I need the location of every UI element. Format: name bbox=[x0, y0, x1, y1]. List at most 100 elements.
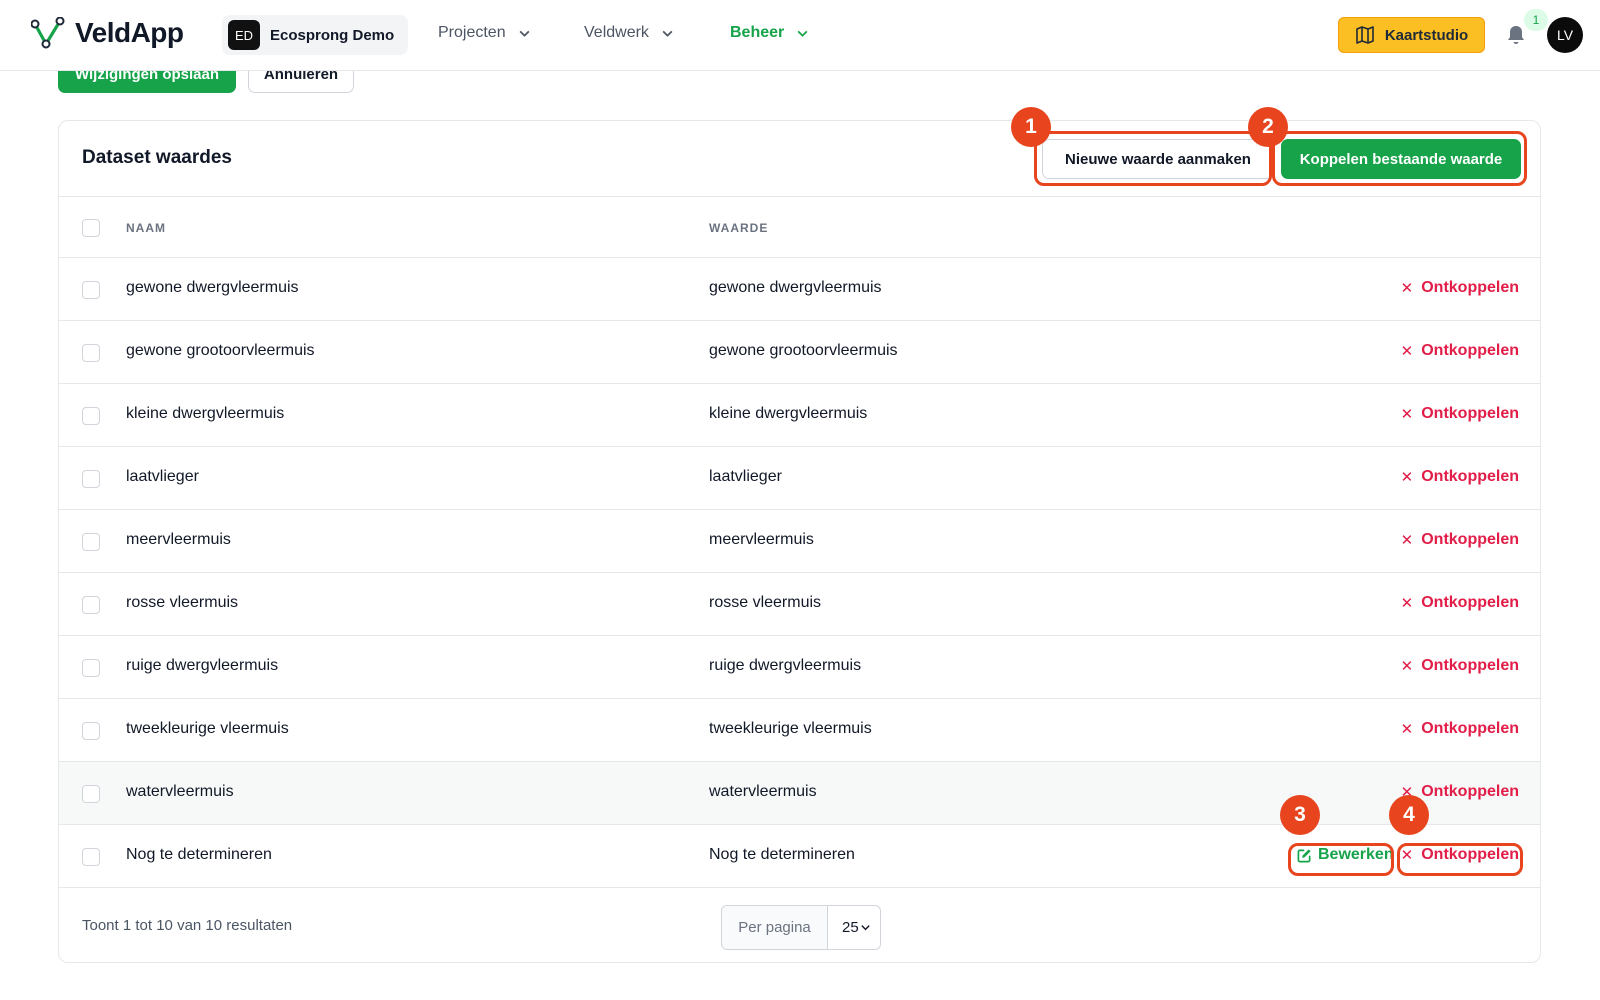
cell-value: ruige dwergvleermuis bbox=[709, 657, 862, 674]
table-footer: Toont 1 tot 10 van 10 resultaten Per pag… bbox=[59, 890, 1540, 962]
user-avatar[interactable]: LV bbox=[1547, 17, 1583, 53]
card-title: Dataset waardes bbox=[82, 147, 232, 168]
app-logo[interactable]: VeldApp bbox=[31, 17, 184, 49]
organization-switcher[interactable]: ED Ecosprong Demo bbox=[222, 15, 408, 55]
row-checkbox[interactable] bbox=[82, 533, 100, 551]
annotation-marker-3: 3 bbox=[1280, 795, 1320, 835]
unlink-label: Ontkoppelen bbox=[1421, 279, 1519, 296]
nav-fieldwork-label: Veldwerk bbox=[584, 24, 649, 41]
unlink-label: Ontkoppelen bbox=[1421, 657, 1519, 674]
map-studio-label: Kaartstudio bbox=[1384, 26, 1469, 44]
link-existing-value-button[interactable]: Koppelen bestaande waarde bbox=[1281, 139, 1521, 179]
dataset-values-card: Dataset waardes Nieuwe waarde aanmaken K… bbox=[58, 120, 1541, 963]
column-header-name: NAAM bbox=[126, 221, 166, 235]
chevron-down-icon bbox=[797, 30, 808, 37]
select-all-checkbox[interactable] bbox=[82, 219, 100, 237]
close-icon: ✕ bbox=[1400, 280, 1414, 297]
table-row: laatvlieger laatvlieger ✕ Ontkoppelen bbox=[59, 447, 1540, 510]
row-checkbox[interactable] bbox=[82, 281, 100, 299]
row-checkbox[interactable] bbox=[82, 659, 100, 677]
row-checkbox[interactable] bbox=[82, 344, 100, 362]
chevron-down-icon bbox=[861, 925, 870, 931]
row-checkbox[interactable] bbox=[82, 722, 100, 740]
map-icon bbox=[1356, 26, 1374, 44]
table-row: rosse vleermuis rosse vleermuis ✕ Ontkopp… bbox=[59, 573, 1540, 636]
cell-name: watervleermuis bbox=[126, 783, 234, 800]
cell-value: kleine dwergvleermuis bbox=[709, 405, 868, 422]
create-new-value-button[interactable]: Nieuwe waarde aanmaken bbox=[1042, 139, 1274, 179]
nav-admin[interactable]: Beheer bbox=[730, 24, 809, 42]
unlink-button[interactable]: ✕ Ontkoppelen bbox=[1401, 720, 1519, 738]
close-icon: ✕ bbox=[1400, 847, 1414, 864]
cell-name: meervleermuis bbox=[126, 531, 231, 548]
unlink-label: Ontkoppelen bbox=[1421, 342, 1519, 359]
cell-value: gewone dwergvleermuis bbox=[709, 279, 882, 296]
cell-name: gewone grootoorvleermuis bbox=[126, 342, 315, 359]
map-studio-button[interactable]: Kaartstudio bbox=[1338, 17, 1485, 53]
close-icon: ✕ bbox=[1400, 343, 1414, 360]
organization-name: Ecosprong Demo bbox=[270, 26, 395, 44]
per-page-selector[interactable]: Per pagina 25 bbox=[721, 905, 881, 950]
nav-projects-label: Projecten bbox=[438, 24, 506, 41]
row-checkbox[interactable] bbox=[82, 785, 100, 803]
nav-fieldwork[interactable]: Veldwerk bbox=[584, 24, 674, 42]
cell-name: laatvlieger bbox=[126, 468, 199, 485]
cell-name: Nog te determineren bbox=[126, 846, 272, 863]
nav-projects[interactable]: Projecten bbox=[438, 24, 531, 42]
cell-value: meervleermuis bbox=[709, 531, 814, 548]
close-icon: ✕ bbox=[1400, 595, 1414, 612]
close-icon: ✕ bbox=[1400, 721, 1414, 738]
unlink-label: Ontkoppelen bbox=[1421, 720, 1519, 737]
unlink-button[interactable]: ✕ Ontkoppelen bbox=[1401, 594, 1519, 612]
unlink-button[interactable]: ✕ Ontkoppelen bbox=[1401, 405, 1519, 423]
cell-value: watervleermuis bbox=[709, 783, 817, 800]
unlink-button[interactable]: ✕ Ontkoppelen bbox=[1401, 468, 1519, 486]
edit-label: Bewerken bbox=[1318, 846, 1394, 863]
unlink-label: Ontkoppelen bbox=[1421, 405, 1519, 422]
table-header: NAAM WAARDE bbox=[59, 197, 1540, 258]
nav-admin-label: Beheer bbox=[730, 24, 785, 41]
unlink-button[interactable]: ✕ Ontkoppelen bbox=[1401, 657, 1519, 675]
card-header: Dataset waardes Nieuwe waarde aanmaken K… bbox=[59, 121, 1540, 197]
cell-value: tweekleurige vleermuis bbox=[709, 720, 872, 737]
close-icon: ✕ bbox=[1400, 469, 1414, 486]
row-checkbox[interactable] bbox=[82, 470, 100, 488]
per-page-label: Per pagina bbox=[722, 906, 828, 949]
unlink-button[interactable]: ✕ Ontkoppelen bbox=[1401, 342, 1519, 360]
unlink-button[interactable]: ✕ Ontkoppelen bbox=[1401, 531, 1519, 549]
notification-count-badge: 1 bbox=[1524, 9, 1548, 31]
bell-icon[interactable] bbox=[1504, 23, 1528, 47]
top-navigation: VeldApp ED Ecosprong Demo Projecten Veld… bbox=[0, 0, 1600, 71]
unlink-label: Ontkoppelen bbox=[1421, 783, 1519, 800]
table-row: Nog te determineren Nog te determineren … bbox=[59, 825, 1540, 888]
cell-name: rosse vleermuis bbox=[126, 594, 239, 611]
close-icon: ✕ bbox=[1400, 658, 1414, 675]
cell-value: gewone grootoorvleermuis bbox=[709, 342, 898, 359]
edit-icon bbox=[1297, 848, 1311, 862]
unlink-label: Ontkoppelen bbox=[1421, 468, 1519, 485]
row-checkbox[interactable] bbox=[82, 848, 100, 866]
cell-name: tweekleurige vleermuis bbox=[126, 720, 289, 737]
table-row: ruige dwergvleermuis ruige dwergvleermui… bbox=[59, 636, 1540, 699]
annotation-marker-2: 2 bbox=[1248, 107, 1288, 147]
row-checkbox[interactable] bbox=[82, 596, 100, 614]
edit-button[interactable]: Bewerken bbox=[1297, 846, 1394, 864]
cell-name: kleine dwergvleermuis bbox=[126, 405, 285, 422]
unlink-label: Ontkoppelen bbox=[1421, 594, 1519, 611]
chevron-down-icon bbox=[662, 30, 673, 37]
close-icon: ✕ bbox=[1400, 406, 1414, 423]
per-page-select[interactable]: 25 bbox=[828, 906, 880, 949]
unlink-button[interactable]: ✕ Ontkoppelen bbox=[1401, 846, 1519, 864]
row-checkbox[interactable] bbox=[82, 407, 100, 425]
unlink-label: Ontkoppelen bbox=[1421, 531, 1519, 548]
cell-name: ruige dwergvleermuis bbox=[126, 657, 279, 674]
cell-value: laatvlieger bbox=[709, 468, 782, 485]
unlink-button[interactable]: ✕ Ontkoppelen bbox=[1401, 279, 1519, 297]
organization-badge: ED bbox=[228, 20, 260, 50]
cell-value: Nog te determineren bbox=[709, 846, 855, 863]
table-row: kleine dwergvleermuis kleine dwergvleerm… bbox=[59, 384, 1540, 447]
unlink-label: Ontkoppelen bbox=[1421, 846, 1519, 863]
table-row: gewone dwergvleermuis gewone dwergvleerm… bbox=[59, 258, 1540, 321]
table-row: gewone grootoorvleermuis gewone grootoor… bbox=[59, 321, 1540, 384]
veldapp-logo-icon bbox=[31, 17, 65, 49]
